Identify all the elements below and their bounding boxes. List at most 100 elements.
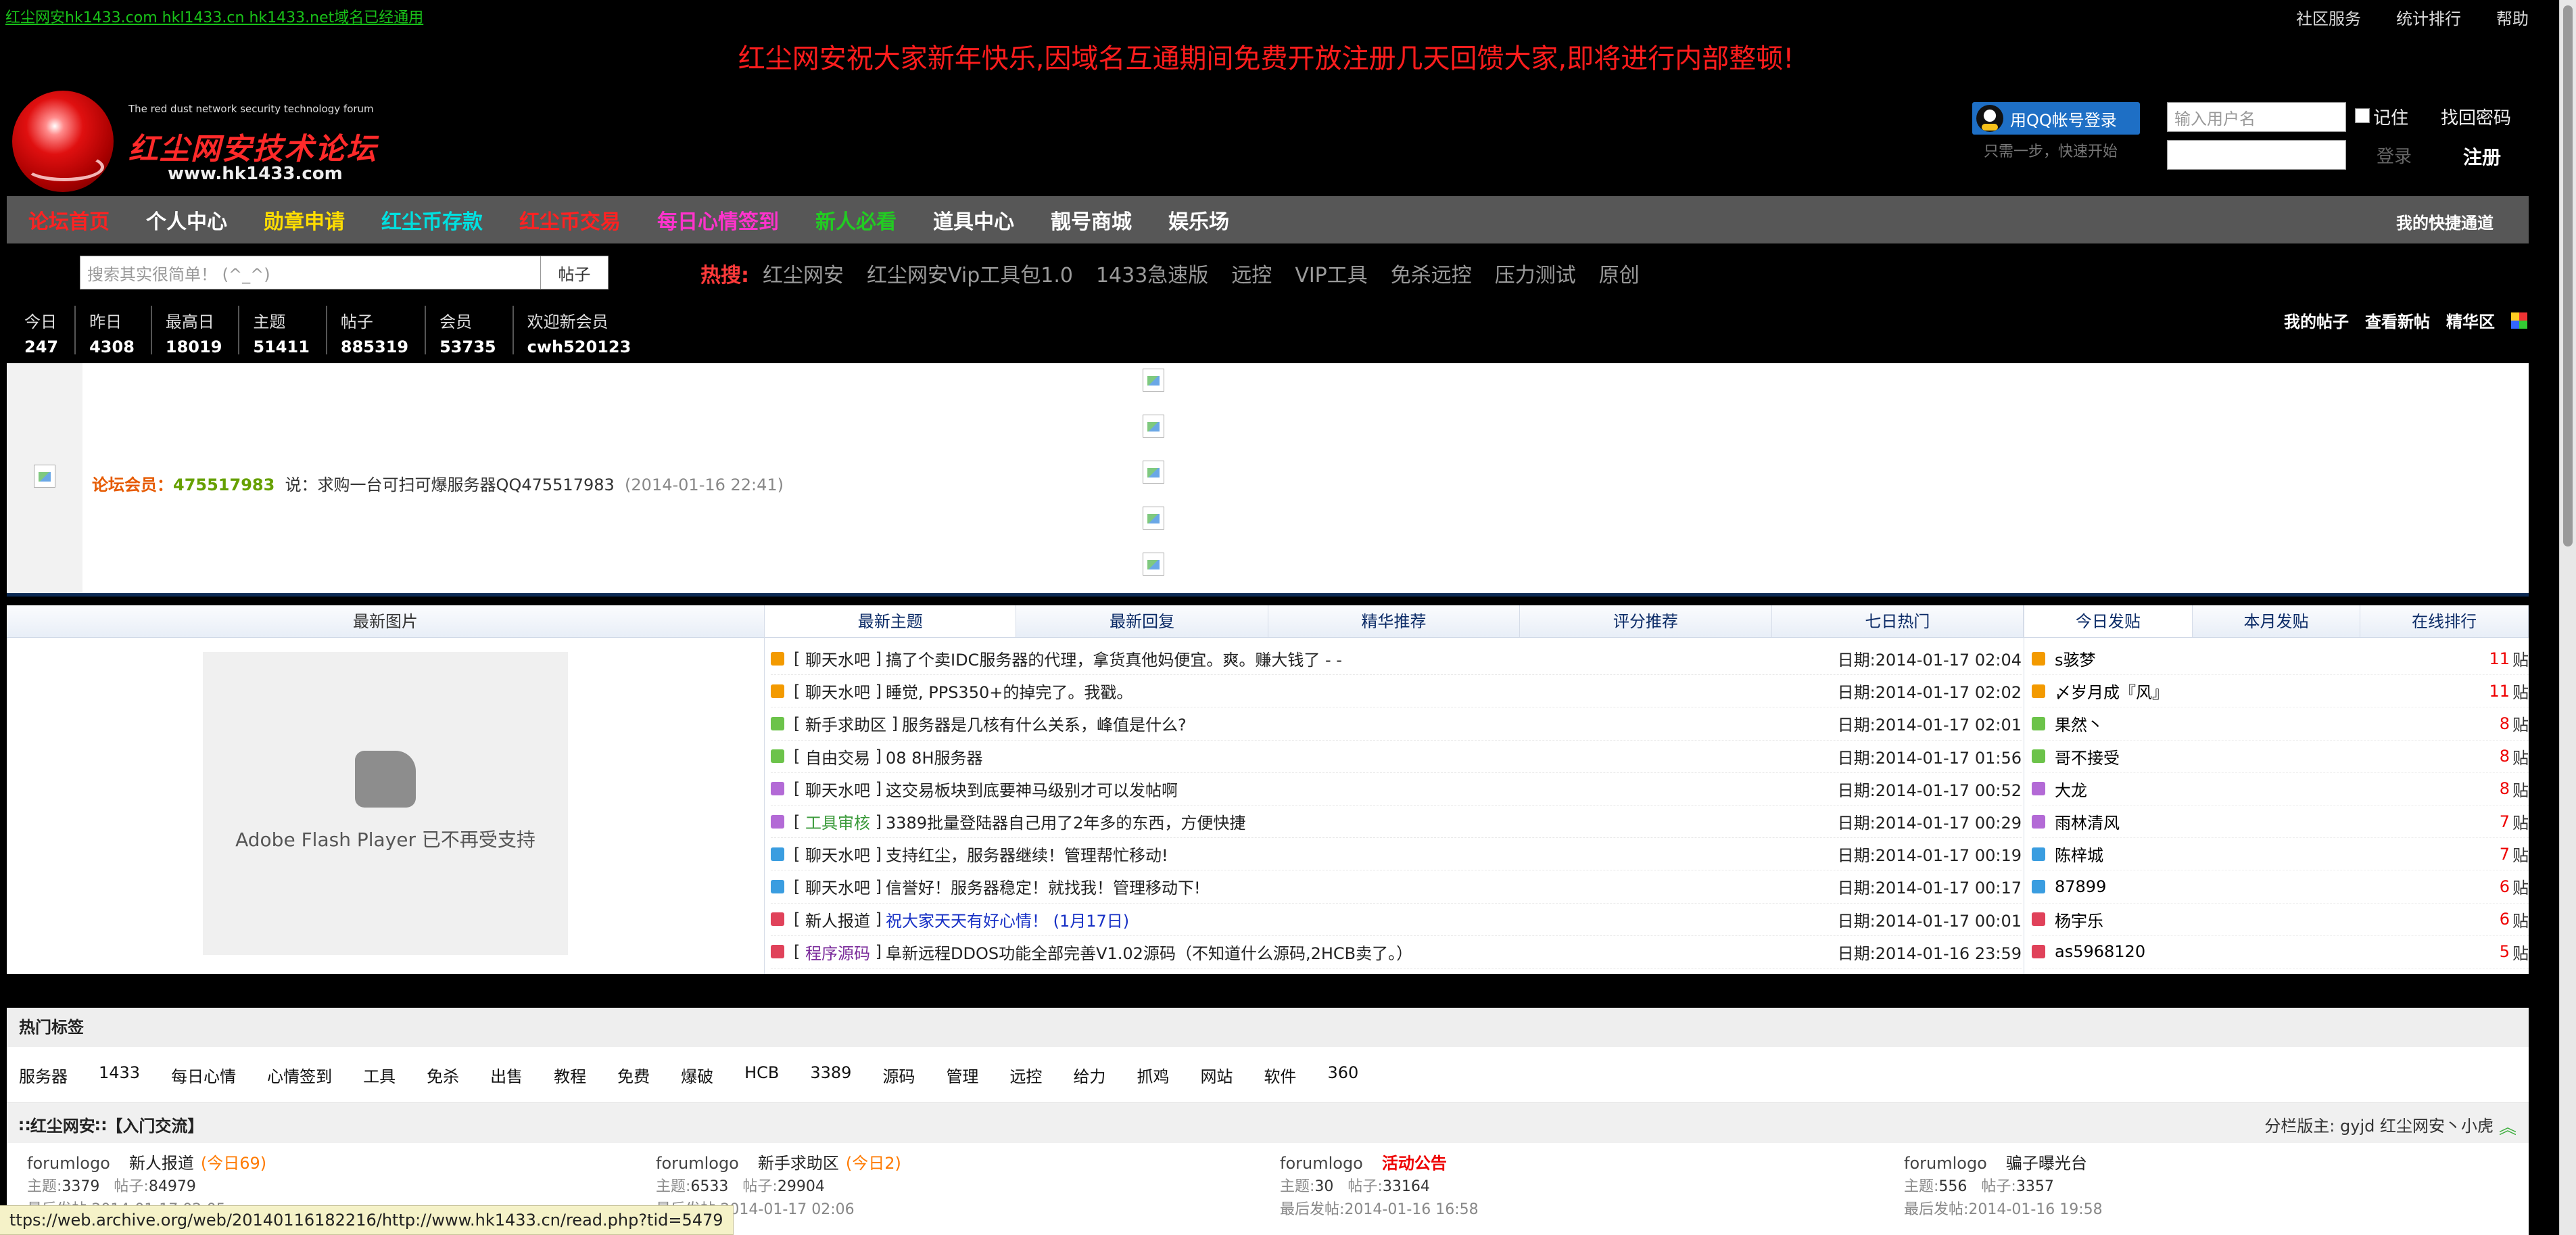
stats-ranking-link[interactable]: 统计排行 bbox=[2396, 5, 2461, 29]
rank-user-link[interactable]: s骇梦 bbox=[2055, 647, 2096, 670]
broken-image-icon[interactable] bbox=[1143, 415, 1164, 438]
my-posts-link[interactable]: 我的帖子 bbox=[2284, 308, 2349, 332]
rank-user-link[interactable]: 87899 bbox=[2055, 877, 2106, 896]
tag-link[interactable]: 免费 bbox=[617, 1063, 650, 1087]
topic-row[interactable]: [ 新人报道 ] 祝大家天天有好心情！ (1月17日) 日期:2014-01-17 … bbox=[771, 904, 2022, 936]
rank-user-link[interactable]: 大龙 bbox=[2055, 777, 2087, 801]
tab-digest[interactable]: 精华推荐 bbox=[1268, 605, 1521, 637]
topic-row[interactable]: [ 聊天水吧 ] 这交易板块到底要神马级别才可以发帖啊 日期:2014-01-17 … bbox=[771, 773, 2022, 806]
topic-forum-link[interactable]: 程序源码 bbox=[805, 940, 870, 964]
hot-search-item[interactable]: 红尘网安Vip工具包1.0 bbox=[867, 258, 1073, 288]
tag-link[interactable]: 每日心情 bbox=[171, 1063, 236, 1087]
register-button[interactable]: 注册 bbox=[2463, 143, 2501, 170]
nav-medals[interactable]: 勋章申请 bbox=[264, 205, 345, 235]
forum-name-link[interactable]: 新手求助区 bbox=[758, 1154, 839, 1173]
rank-user-link[interactable]: 杨宇乐 bbox=[2055, 908, 2103, 931]
newest-member-link[interactable]: cwh520123 bbox=[527, 337, 631, 356]
hot-search-item[interactable]: VIP工具 bbox=[1295, 258, 1367, 288]
tag-link[interactable]: HCB bbox=[744, 1063, 779, 1087]
password-input[interactable] bbox=[2167, 140, 2346, 170]
nav-checkin[interactable]: 每日心情签到 bbox=[657, 205, 779, 235]
topic-row[interactable]: [ 聊天水吧 ] 支持红尘，服务器继续！管理帮忙移动! 日期:2014-01-17 … bbox=[771, 838, 2022, 871]
search-type-button[interactable]: 帖子 bbox=[541, 256, 609, 289]
member-link[interactable]: 475517983 bbox=[173, 475, 275, 494]
tag-link[interactable]: 1433 bbox=[99, 1063, 140, 1087]
hot-search-item[interactable]: 压力测试 bbox=[1495, 258, 1576, 288]
section-title[interactable]: ∷红尘网安∷【入门交流】 bbox=[19, 1113, 204, 1136]
topic-title-link[interactable]: 信誉好！服务器稳定！就找我！管理移动下! bbox=[886, 875, 1201, 898]
nav-trade[interactable]: 红尘币交易 bbox=[519, 205, 621, 235]
forum-name-link[interactable]: 新人报道 bbox=[129, 1154, 194, 1173]
tag-link[interactable]: 抓鸡 bbox=[1137, 1063, 1169, 1087]
topic-row[interactable]: [ 程序源码 ] 阜新远程DDOS功能全部完善V1.02源码（不知道什么源码,2H… bbox=[771, 936, 2022, 969]
topic-forum-link[interactable]: 聊天水吧 bbox=[805, 679, 870, 703]
site-logo[interactable]: The red dust network security technology… bbox=[12, 88, 376, 192]
hot-search-item[interactable]: 红尘网安 bbox=[763, 258, 844, 288]
nav-home[interactable]: 论坛首页 bbox=[28, 205, 110, 235]
page-scrollbar[interactable] bbox=[2559, 0, 2576, 1235]
topic-title-link[interactable]: 睡觉, PPS350+的掉完了。我戳。 bbox=[886, 679, 1132, 703]
tag-link[interactable]: 网站 bbox=[1200, 1063, 1233, 1087]
topic-title-link[interactable]: 3389批量登陆器自己用了2年多的东西，方便快捷 bbox=[886, 810, 1245, 833]
tab-latest-replies[interactable]: 最新回复 bbox=[1016, 605, 1268, 637]
new-posts-link[interactable]: 查看新帖 bbox=[2365, 308, 2430, 332]
nav-props[interactable]: 道具中心 bbox=[933, 205, 1014, 235]
tag-link[interactable]: 3389 bbox=[810, 1063, 851, 1087]
tab-rated[interactable]: 评分推荐 bbox=[1520, 605, 1772, 637]
topic-row[interactable]: [ 聊天水吧 ] 睡觉, PPS350+的掉完了。我戳。 日期:2014-01-17… bbox=[771, 675, 2022, 708]
topic-row[interactable]: [ 聊天水吧 ] 搞了个卖IDC服务器的代理，拿货真他妈便宜。爽。赚大钱了 - -… bbox=[771, 643, 2022, 676]
login-button[interactable]: 登录 bbox=[2377, 143, 2412, 168]
nav-profile[interactable]: 个人中心 bbox=[146, 205, 227, 235]
help-link[interactable]: 帮助 bbox=[2496, 5, 2529, 29]
tag-link[interactable]: 教程 bbox=[554, 1063, 586, 1087]
nav-casino[interactable]: 娱乐场 bbox=[1168, 205, 1229, 235]
domain-notice-link[interactable]: 红尘网安hk1433.com hkl1433.cn hk1433.net域名已经… bbox=[5, 5, 423, 27]
tag-link[interactable]: 远控 bbox=[1009, 1063, 1042, 1087]
tag-link[interactable]: 爆破 bbox=[681, 1063, 713, 1087]
forum-logo[interactable]: forumlogo bbox=[656, 1154, 739, 1173]
rank-user-link[interactable]: 哥不接受 bbox=[2055, 745, 2120, 768]
topic-title-link[interactable]: 祝大家天天有好心情！ (1月17日) bbox=[886, 908, 1129, 931]
topic-row[interactable]: [ 工具审核 ] 3389批量登陆器自己用了2年多的东西，方便快捷 日期:2014-… bbox=[771, 806, 2022, 839]
tab-latest-topics[interactable]: 最新主题 bbox=[765, 605, 1017, 637]
community-service-link[interactable]: 社区服务 bbox=[2296, 5, 2361, 29]
broken-image-icon[interactable] bbox=[1143, 461, 1164, 484]
tag-link[interactable]: 服务器 bbox=[19, 1063, 68, 1087]
rank-user-link[interactable]: 陈梓城 bbox=[2055, 842, 2103, 866]
tag-link[interactable]: 工具 bbox=[363, 1063, 396, 1087]
topic-forum-link[interactable]: 自由交易 bbox=[805, 745, 870, 768]
nav-vip-numbers[interactable]: 靓号商城 bbox=[1051, 205, 1132, 235]
digest-link[interactable]: 精华区 bbox=[2446, 308, 2495, 332]
topic-forum-link[interactable]: 聊天水吧 bbox=[805, 647, 870, 670]
qq-login-button[interactable]: 用QQ帐号登录 bbox=[1972, 102, 2140, 135]
scrollbar-thumb[interactable] bbox=[2563, 5, 2573, 546]
nav-deposit[interactable]: 红尘币存款 bbox=[381, 205, 483, 235]
topic-title-link[interactable]: 阜新远程DDOS功能全部完善V1.02源码（不知道什么源码,2HCB卖了。） bbox=[886, 940, 1412, 964]
forum-logo[interactable]: forumlogo bbox=[27, 1154, 110, 1173]
forum-name-link[interactable]: 活动公告 bbox=[1382, 1154, 1447, 1173]
tab-online-rank[interactable]: 在线排行 bbox=[2360, 605, 2529, 637]
hot-search-item[interactable]: 远控 bbox=[1231, 258, 1272, 288]
topic-forum-link[interactable]: 聊天水吧 bbox=[805, 777, 870, 801]
topic-forum-link[interactable]: 新人报道 bbox=[805, 908, 870, 931]
forum-name-link[interactable]: 骗子曝光台 bbox=[2006, 1154, 2087, 1173]
topic-row[interactable]: [ 聊天水吧 ] 信誉好！服务器稳定！就找我！管理移动下! 日期:2014-01-1… bbox=[771, 870, 2022, 904]
tab-today-posts[interactable]: 今日发贴 bbox=[2024, 605, 2193, 637]
nav-newbie[interactable]: 新人必看 bbox=[815, 205, 897, 235]
remember-checkbox[interactable] bbox=[2355, 108, 2370, 123]
rank-user-link[interactable]: as5968120 bbox=[2055, 942, 2145, 961]
topic-row[interactable]: [ 自由交易 ] 08 8H服务器 日期:2014-01-17 01:56 bbox=[771, 741, 2022, 773]
tab-month-posts[interactable]: 本月发贴 bbox=[2193, 605, 2361, 637]
tag-link[interactable]: 给力 bbox=[1073, 1063, 1105, 1087]
tag-link[interactable]: 管理 bbox=[946, 1063, 978, 1087]
topic-forum-link[interactable]: 聊天水吧 bbox=[805, 875, 870, 898]
topic-title-link[interactable]: 服务器是几核有什么关系，峰值是什么? bbox=[902, 712, 1187, 735]
broken-image-icon[interactable] bbox=[1143, 369, 1164, 392]
forum-logo[interactable]: forumlogo bbox=[1280, 1154, 1363, 1173]
hot-search-item[interactable]: 免杀远控 bbox=[1391, 258, 1472, 288]
find-password-link[interactable]: 找回密码 bbox=[2441, 104, 2511, 129]
username-input[interactable]: 输入用户名 bbox=[2167, 102, 2346, 132]
hot-search-item[interactable]: 1433急速版 bbox=[1096, 258, 1208, 288]
topic-title-link[interactable]: 支持红尘，服务器继续！管理帮忙移动! bbox=[886, 842, 1168, 866]
rank-user-link[interactable]: 果然丶 bbox=[2055, 712, 2103, 735]
